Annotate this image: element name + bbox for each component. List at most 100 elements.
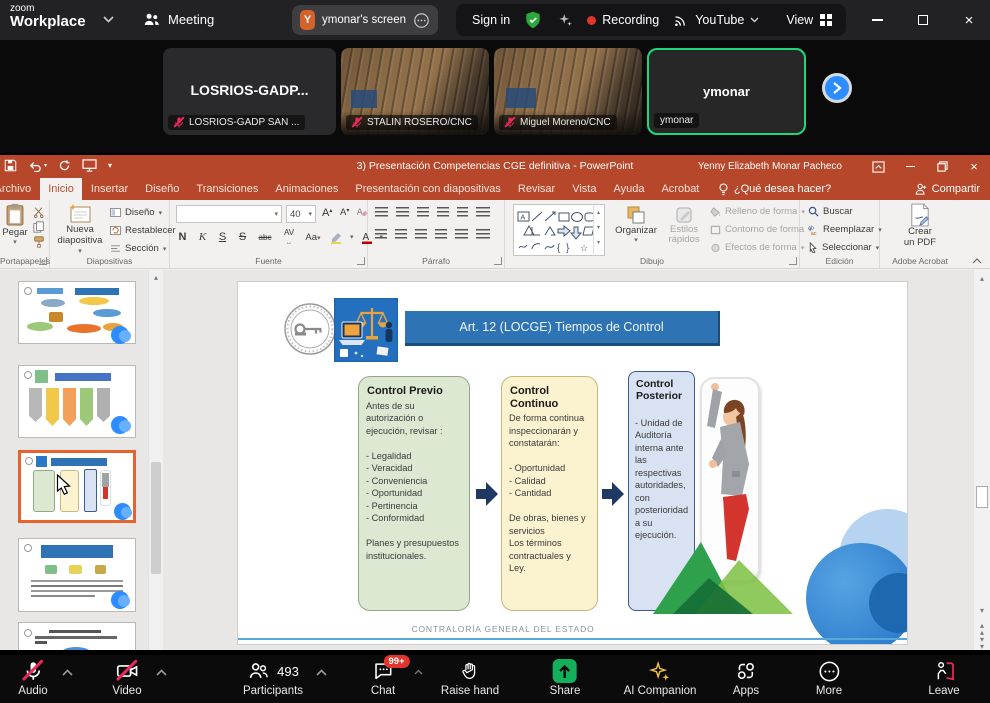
align-center-button[interactable] xyxy=(395,229,407,240)
dialog-launcher-icon[interactable] xyxy=(789,257,797,265)
underline-button[interactable]: S xyxy=(216,231,229,243)
strikethrough-button[interactable]: S xyxy=(236,231,249,243)
video-tile-stalin[interactable]: STALIN ROSERO/CNC xyxy=(341,48,489,135)
new-slide-button[interactable]: Nueva diapositiva▾ xyxy=(56,203,104,255)
scroll-up-arrow[interactable]: ▴ xyxy=(149,273,163,282)
tab-transiciones[interactable]: Transiciones xyxy=(188,178,267,200)
scroll-down-arrow[interactable]: ▾ xyxy=(974,606,990,615)
font-name-select[interactable]: ▾ xyxy=(176,205,282,223)
slide-thumbnail-1[interactable] xyxy=(18,281,136,344)
ppt-close-button[interactable]: × xyxy=(958,155,990,178)
view-button[interactable]: View xyxy=(786,13,833,27)
scrollbar-thumb[interactable] xyxy=(151,462,161,574)
next-slide-button[interactable]: ▾▾ xyxy=(974,636,990,650)
scroll-up-arrow[interactable]: ▴ xyxy=(974,274,990,283)
chat-button[interactable]: 99+ Chat xyxy=(371,659,395,697)
audio-options-chevron[interactable] xyxy=(62,669,73,676)
tab-insertar[interactable]: Insertar xyxy=(82,178,136,200)
arrange-button[interactable]: Organizar▾ xyxy=(613,205,659,244)
video-tile-losrios[interactable]: LOSRIOS-GADP... LOSRIOS-GADP SAN ... xyxy=(163,48,336,135)
find-button[interactable]: Buscar xyxy=(808,206,853,217)
share-document-button[interactable]: Compartir xyxy=(915,178,980,200)
sign-in-button[interactable]: Sign in xyxy=(472,13,510,27)
participants-button[interactable]: 493 Participants xyxy=(243,659,303,697)
previous-slide-button[interactable]: ▴▴ xyxy=(974,622,990,636)
slide-thumbnail-3-selected[interactable] xyxy=(18,450,136,523)
select-button[interactable]: Seleccionar▾ xyxy=(808,242,879,253)
window-minimize-button[interactable] xyxy=(860,0,894,40)
align-right-button[interactable] xyxy=(415,229,427,240)
raise-hand-button[interactable]: Raise hand xyxy=(441,659,499,697)
video-tile-ymonar-active[interactable]: ymonar ymonar xyxy=(647,48,806,135)
meeting-tab[interactable]: Meeting xyxy=(142,10,214,29)
chevron-down-icon[interactable] xyxy=(103,16,114,23)
shape-effects-button[interactable]: Efectos de forma▾ xyxy=(710,242,804,253)
screen-share-pill[interactable]: Y ymonar's screen xyxy=(292,5,438,35)
quick-styles-button[interactable]: Estilos rápidos xyxy=(662,205,706,246)
share-screen-button[interactable]: Share xyxy=(550,659,581,697)
apps-button[interactable]: Apps xyxy=(733,659,759,697)
video-tile-miguel[interactable]: Miguel Moreno/CNC xyxy=(494,48,642,135)
tab-acrobat[interactable]: Acrobat xyxy=(653,178,708,200)
youtube-stream-menu[interactable]: YouTube xyxy=(672,12,759,29)
more-button[interactable]: More xyxy=(816,659,842,697)
section-button[interactable]: Sección▾ xyxy=(110,243,166,254)
tab-ayuda[interactable]: Ayuda xyxy=(605,178,653,200)
chat-options-chevron[interactable] xyxy=(414,669,423,675)
tab-diseno[interactable]: Diseño xyxy=(137,178,188,200)
change-case-button[interactable]: Aa▾ xyxy=(304,231,322,243)
slide-thumbnail-4[interactable] xyxy=(18,538,136,612)
decrease-indent-button[interactable] xyxy=(417,207,429,218)
ribbon-display-options-icon[interactable] xyxy=(862,155,894,178)
ai-companion-button[interactable]: AI Companion xyxy=(624,659,697,697)
font-size-select[interactable]: 40▾ xyxy=(286,205,316,223)
shape-outline-button[interactable]: Contorno de forma▾ xyxy=(710,224,812,235)
character-spacing-button[interactable]: AV↔ xyxy=(281,228,297,246)
tab-presentacion[interactable]: Presentación con diapositivas xyxy=(347,178,510,200)
collapse-ribbon-button[interactable] xyxy=(972,258,982,264)
convert-smartart-button[interactable] xyxy=(476,229,490,240)
increase-indent-button[interactable] xyxy=(437,207,449,218)
thumbnail-scrollbar[interactable]: ▴ xyxy=(148,270,163,650)
reset-slide-button[interactable]: Restablecer xyxy=(110,225,176,236)
slide-thumbnail-5[interactable] xyxy=(18,622,136,650)
slide-thumbnail-2[interactable] xyxy=(18,365,136,438)
window-maximize-button[interactable] xyxy=(906,0,940,40)
format-painter-icon[interactable] xyxy=(33,236,45,248)
shrink-font-button[interactable]: A▾ xyxy=(340,207,349,218)
replace-button[interactable]: abacReemplazar▾ xyxy=(808,224,882,235)
align-left-button[interactable] xyxy=(375,229,387,240)
highlight-color-button[interactable] xyxy=(329,231,343,244)
sparkle-icon[interactable] xyxy=(556,11,574,29)
tab-archivo[interactable]: Archivo xyxy=(0,178,40,200)
bold-button[interactable]: N xyxy=(176,231,189,243)
grow-font-button[interactable]: A▴ xyxy=(322,207,332,219)
paste-button[interactable]: Pegar▾ xyxy=(0,203,30,246)
shapes-scroll[interactable]: ▴▾▾ xyxy=(593,206,603,256)
text-direction-button[interactable] xyxy=(476,207,490,218)
leave-button[interactable]: Leave xyxy=(928,659,959,697)
copy-icon[interactable] xyxy=(33,221,45,233)
window-close-button[interactable]: × xyxy=(952,0,986,40)
line-spacing-button[interactable] xyxy=(457,207,468,218)
text-shadow-button[interactable]: abc xyxy=(256,233,274,242)
slide-layout-button[interactable]: Diseño▾ xyxy=(110,207,162,218)
participants-options-chevron[interactable] xyxy=(316,669,327,676)
ellipsis-circle-icon[interactable] xyxy=(413,12,430,29)
tell-me-box[interactable]: ¿Qué desea hacer? xyxy=(718,178,831,200)
ppt-restore-button[interactable] xyxy=(926,155,958,178)
create-pdf-button[interactable]: Crear un PDF xyxy=(896,203,944,249)
dialog-launcher-icon[interactable] xyxy=(494,257,502,265)
dialog-launcher-icon[interactable] xyxy=(357,257,365,265)
tab-animaciones[interactable]: Animaciones xyxy=(267,178,347,200)
bullets-button[interactable] xyxy=(375,207,388,218)
tab-inicio[interactable]: Inicio xyxy=(40,178,83,200)
scrollbar-thumb[interactable] xyxy=(976,486,988,508)
italic-button[interactable]: K xyxy=(196,231,209,243)
audio-button[interactable]: Audio xyxy=(18,659,47,697)
next-participants-button[interactable] xyxy=(822,73,852,103)
justify-button[interactable] xyxy=(435,229,447,240)
tab-revisar[interactable]: Revisar xyxy=(509,178,563,200)
columns-button[interactable] xyxy=(455,229,468,240)
shape-fill-button[interactable]: Relleno de forma▾ xyxy=(710,206,805,217)
